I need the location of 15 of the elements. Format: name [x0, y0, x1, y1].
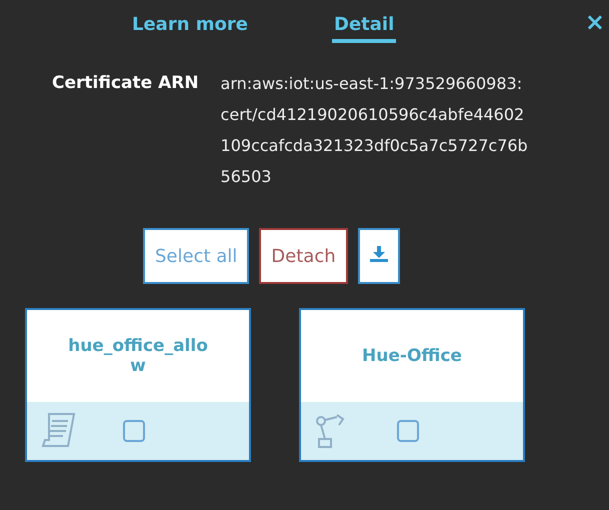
- tab[interactable]: Learn more: [130, 14, 250, 43]
- checkbox[interactable]: [397, 420, 419, 442]
- select-all-button[interactable]: Select all: [143, 228, 250, 284]
- download-button[interactable]: [358, 228, 400, 284]
- field-value: arn:aws:iot:us-east-1:973529660983:cert/cd41219020610596c4abfe44602109ccafcda321323df0c5a7c5727c76b56503: [220, 73, 529, 188]
- card-title: Hue-Office: [361, 345, 463, 368]
- tab[interactable]: Detail: [332, 14, 396, 43]
- detach-button[interactable]: Detach: [259, 228, 348, 284]
- download-icon: [370, 246, 388, 262]
- card[interactable]: Hue-Office: [299, 308, 525, 462]
- card[interactable]: hue_office_allow: [25, 308, 251, 462]
- checkbox[interactable]: [123, 420, 145, 442]
- card-title: hue_office_allow: [67, 335, 209, 378]
- field-label: Certificate ARN: [52, 73, 199, 95]
- close-button[interactable]: ×: [584, 10, 605, 34]
